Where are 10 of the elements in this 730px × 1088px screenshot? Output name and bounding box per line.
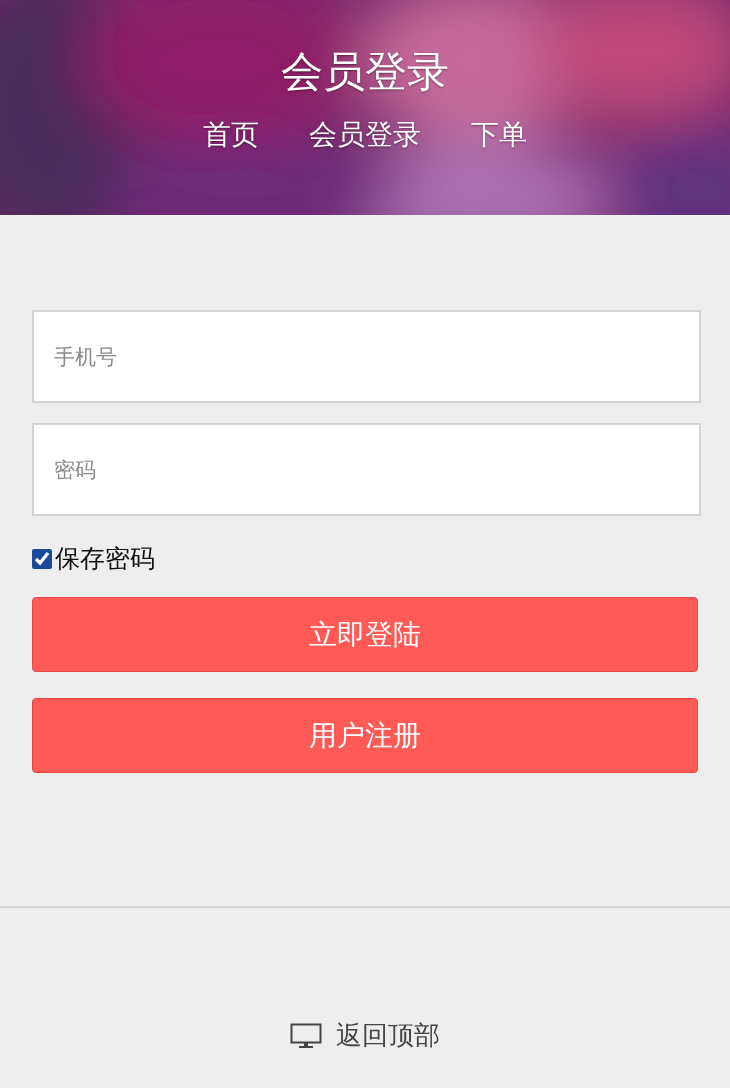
remember-checkbox[interactable]: [32, 548, 52, 569]
monitor-icon: [290, 1022, 322, 1049]
checkbox-label: 保存密码: [55, 543, 155, 575]
page-title: 会员登录: [281, 46, 449, 98]
nav-link[interactable]: 首页: [203, 117, 259, 153]
phone-input[interactable]: 手机号: [32, 310, 701, 403]
nav-link[interactable]: 下单: [471, 117, 527, 153]
nav-link[interactable]: 会员登录: [309, 117, 421, 153]
password-input[interactable]: 密码: [32, 423, 701, 516]
back-to-top-link[interactable]: 返回顶部: [336, 1018, 440, 1053]
